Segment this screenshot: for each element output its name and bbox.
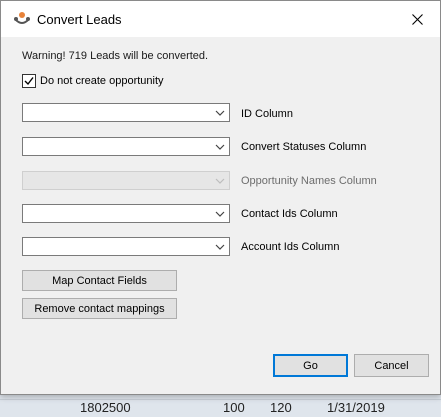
- map-contact-fields-button[interactable]: Map Contact Fields: [22, 270, 177, 291]
- do-not-create-opportunity-option[interactable]: Do not create opportunity: [22, 74, 164, 88]
- opportunity-names-column-label: Opportunity Names Column: [241, 175, 377, 187]
- account-ids-column-label: Account Ids Column: [241, 241, 340, 253]
- close-icon: [411, 13, 423, 25]
- chevron-down-icon: [215, 244, 225, 250]
- convert-statuses-column-select[interactable]: [22, 137, 230, 156]
- cancel-button[interactable]: Cancel: [354, 354, 429, 377]
- convert-statuses-column-label: Convert Statuses Column: [241, 141, 367, 153]
- remove-contact-mappings-button[interactable]: Remove contact mappings: [22, 298, 177, 319]
- check-icon: [24, 77, 34, 86]
- background-row: 1802500 100 120 1/31/2019: [0, 398, 441, 417]
- checkbox-label: Do not create opportunity: [40, 75, 164, 87]
- account-ids-column-select[interactable]: [22, 237, 230, 256]
- do-not-create-opportunity-checkbox[interactable]: [22, 74, 36, 88]
- chevron-down-icon: [215, 144, 225, 150]
- chevron-down-icon: [215, 110, 225, 116]
- background-cell: 120: [270, 400, 292, 415]
- app-logo-icon: [14, 12, 30, 24]
- background-cell: 1802500: [80, 400, 131, 415]
- convert-leads-dialog: Convert Leads Warning! 719 Leads will be…: [0, 0, 441, 395]
- go-button[interactable]: Go: [273, 354, 348, 377]
- id-column-label: ID Column: [241, 108, 293, 120]
- opportunity-names-column-select: [22, 171, 230, 190]
- background-cell: 1/31/2019: [327, 400, 385, 415]
- close-button[interactable]: [394, 1, 440, 37]
- contact-ids-column-label: Contact Ids Column: [241, 208, 338, 220]
- title-bar: Convert Leads: [1, 1, 440, 37]
- warning-text: Warning! 719 Leads will be converted.: [22, 50, 209, 62]
- chevron-down-icon: [215, 211, 225, 217]
- id-column-select[interactable]: [22, 103, 230, 122]
- contact-ids-column-select[interactable]: [22, 204, 230, 223]
- dialog-title: Convert Leads: [37, 12, 122, 27]
- background-cell: 100: [223, 400, 245, 415]
- chevron-down-icon: [215, 178, 225, 184]
